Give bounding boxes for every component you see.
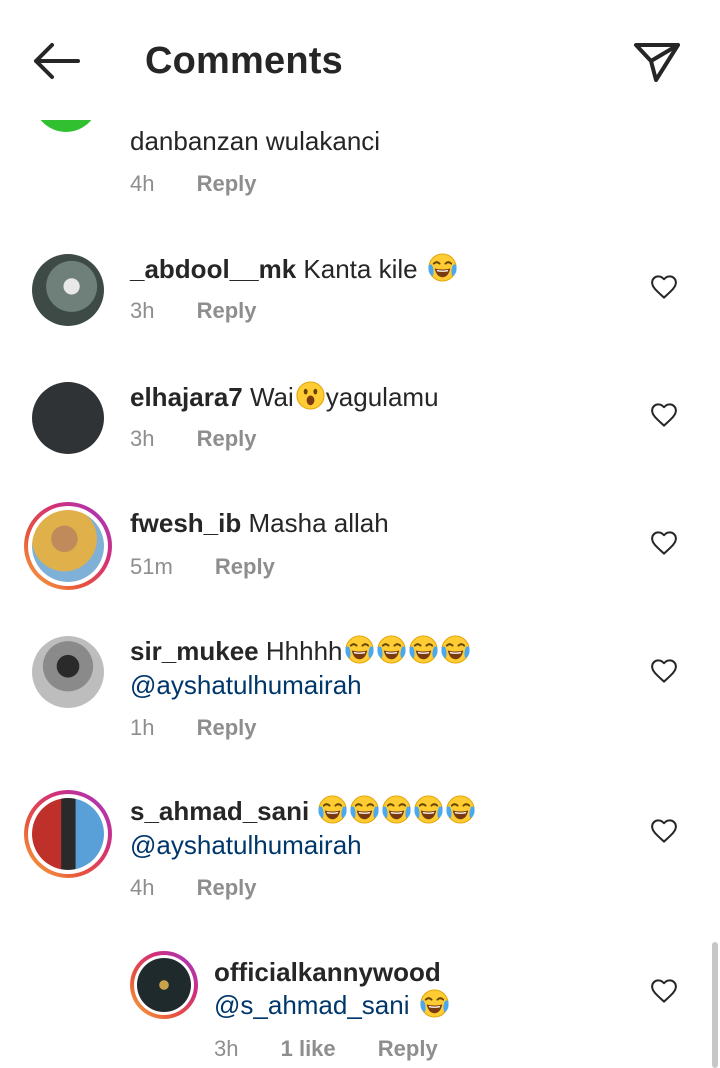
page-title: Comments [145, 40, 343, 82]
comment-item: elhajara7 Wai yagulamu 3h Reply [0, 380, 720, 470]
comment-meta: 51m Reply [130, 554, 275, 580]
like-count[interactable]: 1 like [281, 1036, 336, 1061]
comment-meta: 3h Reply [130, 298, 257, 324]
avatar[interactable] [32, 636, 104, 708]
heart-icon[interactable] [649, 528, 679, 558]
tears-of-joy-emoji [344, 634, 375, 665]
comment-username[interactable]: s_ahmad_sani [130, 796, 309, 826]
comment-mention[interactable]: @s_ahmad_sani [214, 990, 410, 1020]
reply-button[interactable]: Reply [378, 1036, 438, 1061]
comment-item: s_ahmad_sani @ayshatulhumairah 4h Reply [0, 790, 720, 914]
back-button[interactable] [28, 36, 84, 88]
tears-of-joy-emoji [376, 634, 407, 665]
tears-of-joy-emoji [419, 988, 450, 1019]
reply-button[interactable]: Reply [197, 875, 257, 900]
avatar[interactable] [24, 502, 112, 590]
comment-text: Hhhhh [265, 636, 343, 666]
comment-time: 4h [130, 171, 155, 196]
top-bar: Comments [0, 0, 720, 120]
comment-item: _abdool__mk Kanta kile 3h Reply [0, 252, 720, 342]
tears-of-joy-emoji [408, 634, 439, 665]
reply-item: officialkannywood @s_ahmad_sani 3h 1 lik… [0, 951, 720, 1068]
tears-of-joy-emoji [440, 634, 471, 665]
avatar[interactable] [24, 790, 112, 878]
reply-button[interactable]: Reply [197, 171, 257, 196]
comment-item: sir_mukee Hhhhh @ayshatulhumairah 1h Rep… [0, 634, 720, 754]
comment-username[interactable]: sir_mukee [130, 636, 259, 666]
reply-button[interactable]: Reply [197, 298, 257, 323]
arrow-left-icon [34, 43, 80, 79]
avatar[interactable] [32, 382, 104, 454]
comment-time: 1h [130, 715, 155, 740]
heart-icon[interactable] [649, 400, 679, 430]
comment-username[interactable]: officialkannywood [214, 955, 441, 989]
tears-of-joy-emoji [381, 794, 412, 825]
comment-time: 4h [130, 875, 155, 900]
comment-mention[interactable]: @ayshatulhumairah [130, 668, 362, 702]
tears-of-joy-emoji [317, 794, 348, 825]
comment-item: fwesh_ib Masha allah 51m Reply [0, 502, 720, 596]
comment-time: 3h [214, 1036, 239, 1061]
heart-icon[interactable] [649, 816, 679, 846]
comment-meta: 3h 1 like Reply [214, 1036, 438, 1062]
comment-time: 51m [130, 554, 173, 579]
comment-text: Wai [249, 382, 294, 412]
comment-text: Kanta kile [303, 254, 418, 284]
comment-time: 3h [130, 298, 155, 323]
comment-text: Masha allah [248, 508, 389, 538]
scrollbar[interactable] [712, 942, 718, 1068]
tears-of-joy-emoji [413, 794, 444, 825]
heart-icon[interactable] [649, 976, 679, 1006]
tears-of-joy-emoji [445, 794, 476, 825]
comment-meta: 3h Reply [130, 426, 257, 452]
comment-text: danbanzan wulakanci [130, 126, 381, 156]
comment-mention[interactable]: @ayshatulhumairah [130, 828, 362, 862]
comment-meta: 1h Reply [130, 715, 257, 741]
comment-username[interactable]: fwesh_ib [130, 508, 241, 538]
reply-button[interactable]: Reply [197, 426, 257, 451]
tears-of-joy-emoji [349, 794, 380, 825]
heart-icon[interactable] [649, 656, 679, 686]
share-button[interactable] [628, 36, 684, 88]
astonished-emoji [295, 380, 326, 411]
comment-meta: 4h Reply [130, 875, 257, 901]
tears-of-joy-emoji [427, 252, 458, 283]
comment-text: yagulamu [325, 382, 439, 412]
comment-username[interactable]: elhajara7 [130, 382, 243, 412]
comment-meta: 4h Reply [130, 171, 257, 197]
heart-icon[interactable] [649, 272, 679, 302]
reply-button[interactable]: Reply [197, 715, 257, 740]
paper-plane-icon [634, 43, 680, 82]
reply-button[interactable]: Reply [215, 554, 275, 579]
comment-time: 3h [130, 426, 155, 451]
comment-username[interactable]: _abdool__mk [130, 254, 296, 284]
avatar[interactable] [130, 951, 198, 1019]
avatar[interactable] [32, 254, 104, 326]
